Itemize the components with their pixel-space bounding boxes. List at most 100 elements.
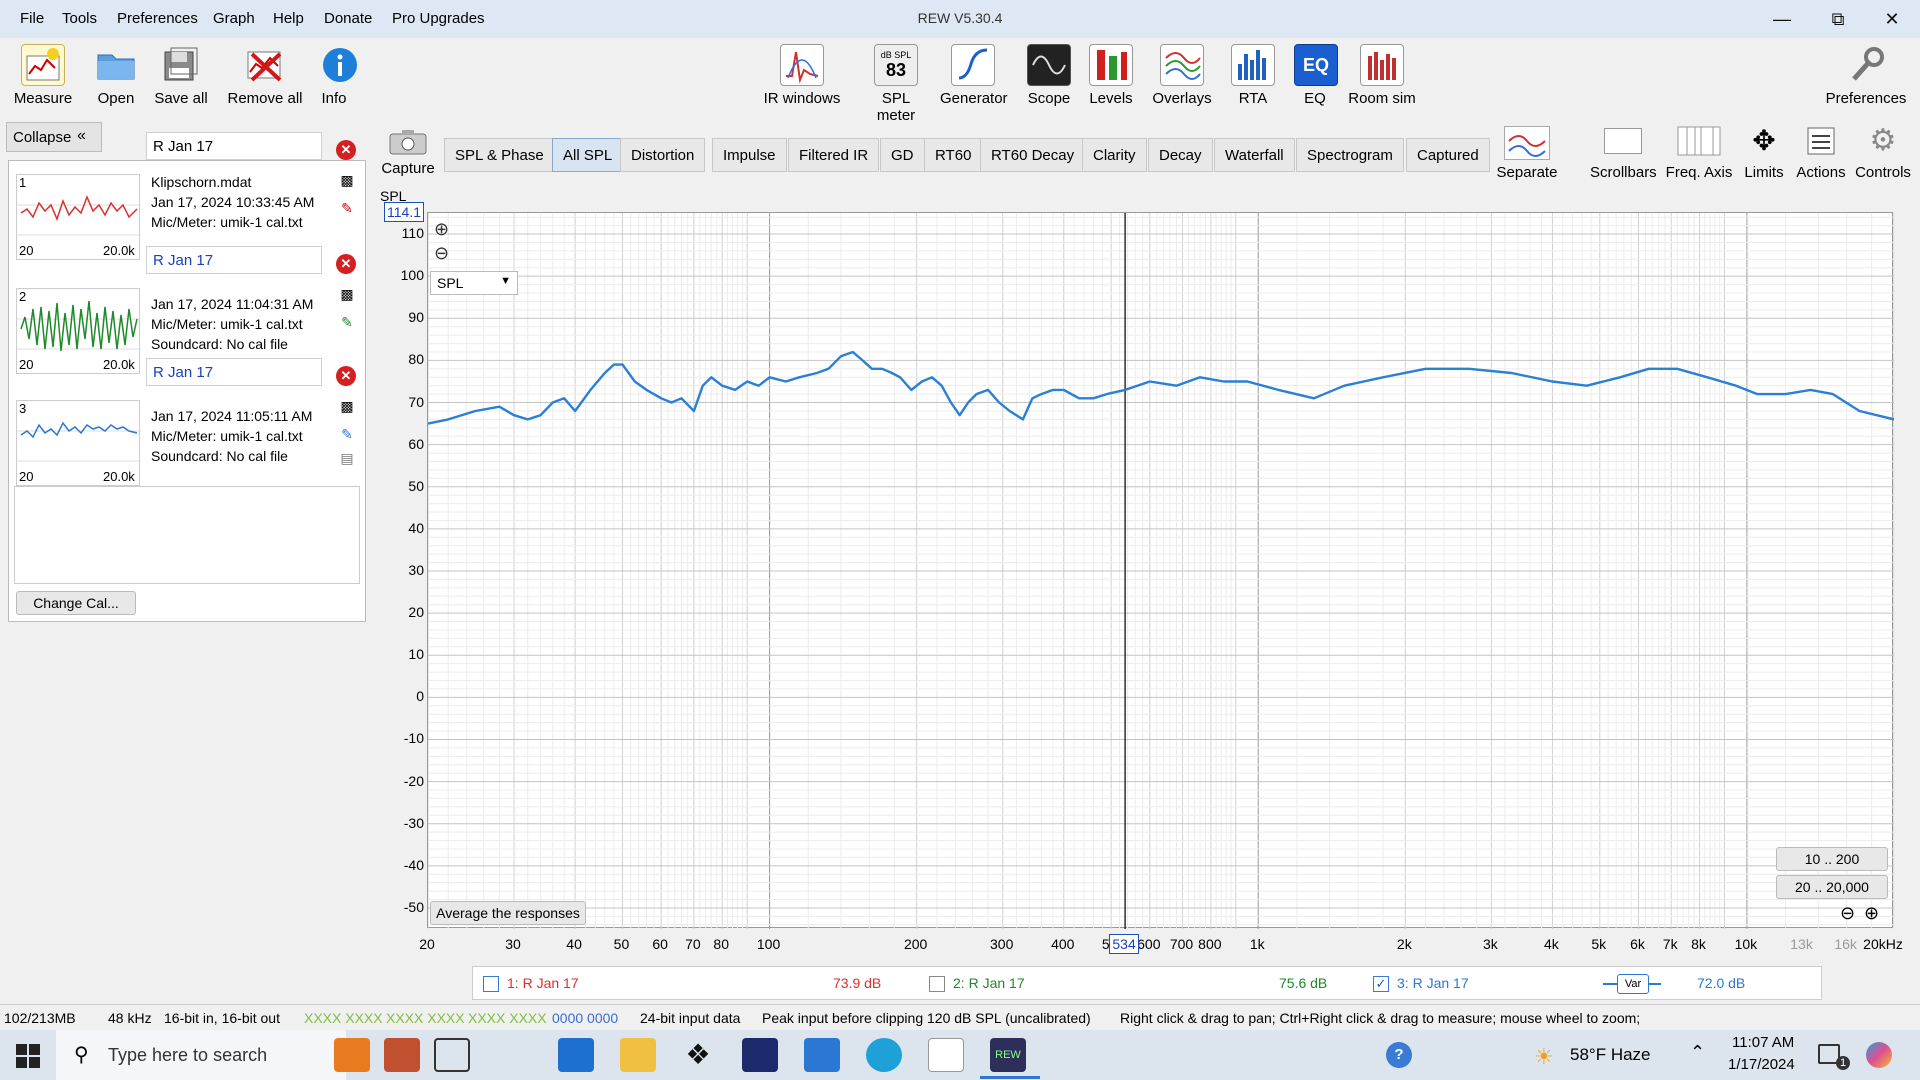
pen-icon[interactable]: ✎ (338, 200, 356, 218)
info-button[interactable]: Info (318, 44, 357, 107)
help-icon[interactable]: ? (1386, 1042, 1412, 1068)
measurement-thumbnail-3: 3 20 20.0k (16, 400, 141, 486)
remove-measurement-icon[interactable]: ✕ (336, 366, 356, 386)
rew-taskbar-icon[interactable]: REW (990, 1038, 1026, 1072)
pen-icon[interactable]: ✎ (338, 314, 356, 332)
close-icon[interactable]: ✕ (1872, 6, 1912, 32)
freq-axis-button[interactable]: Freq. Axis (1664, 126, 1734, 181)
scrollbars-button[interactable]: Scrollbars (1590, 126, 1657, 181)
zoom-out-icon[interactable]: ⊖ (434, 243, 449, 264)
file-explorer-icon[interactable] (620, 1038, 656, 1072)
tab-rt60[interactable]: RT60 (924, 138, 983, 172)
memory-status[interactable]: 102/213MB (4, 1010, 76, 1026)
legend-checkbox-2[interactable] (929, 976, 945, 992)
remove-measurement-icon[interactable]: ✕ (336, 254, 356, 274)
average-responses-button[interactable]: Average the responses (430, 901, 586, 925)
mail-icon[interactable] (804, 1038, 840, 1072)
taskbar-time[interactable]: 11:07 AM (1732, 1034, 1794, 1051)
y-tick-label: 30 (408, 562, 424, 578)
taskbar-date[interactable]: 1/17/2024 (1728, 1056, 1795, 1073)
controls-button[interactable]: ⚙ Controls (1852, 126, 1914, 182)
tab-distortion[interactable]: Distortion (620, 138, 706, 172)
range-10-200-button[interactable]: 10 .. 200 (1776, 847, 1888, 871)
solitaire-icon[interactable] (928, 1038, 964, 1072)
save-measurement-icon[interactable]: ▩ (338, 286, 356, 304)
tab-filtered-ir[interactable]: Filtered IR (788, 138, 880, 172)
dropbox-icon[interactable]: ❖ (680, 1038, 716, 1072)
powershell-icon[interactable] (742, 1038, 778, 1072)
measure-button[interactable]: Measure (12, 44, 74, 107)
remove-icon (243, 44, 287, 86)
rta-button[interactable]: RTA (1230, 44, 1276, 107)
measurement-title-2[interactable]: R Jan 17 (146, 246, 322, 274)
tab-captured[interactable]: Captured (1406, 138, 1490, 172)
tab-impulse[interactable]: Impulse (712, 138, 787, 172)
x-tick-label: 60 (652, 936, 668, 952)
save-measurement-icon[interactable]: ▩ (338, 398, 356, 416)
eq-button[interactable]: EQ EQ (1294, 44, 1338, 107)
overlays-button[interactable]: Overlays (1150, 44, 1214, 107)
copilot-icon[interactable] (1866, 1042, 1892, 1068)
measurement-date-2: Jan 17, 2024 11:04:31 AM (151, 296, 314, 312)
y-tick-label: -20 (403, 772, 424, 789)
actions-button[interactable]: Actions (1794, 126, 1848, 181)
save-measurement-icon[interactable]: ▩ (338, 172, 356, 190)
var-button[interactable]: Var (1617, 974, 1649, 994)
taskbar-books-icon[interactable] (384, 1038, 420, 1072)
zoom-out-x-icon[interactable]: ⊖ (1840, 903, 1855, 924)
open-button[interactable]: Open (94, 44, 138, 107)
edge-icon[interactable] (866, 1038, 902, 1072)
range-20-20000-button[interactable]: 20 .. 20,000 (1776, 875, 1888, 899)
notification-count: 1 (1836, 1056, 1850, 1070)
tab-gd[interactable]: GD (880, 138, 925, 172)
maximize-icon[interactable]: ⧉ (1818, 6, 1858, 32)
spl-graph[interactable]: ⊕ ⊖ SPL ▼ Average the responses 10 .. 20… (427, 212, 1894, 929)
scope-button[interactable]: Scope (1026, 44, 1072, 107)
levels-button[interactable]: Levels (1088, 44, 1134, 107)
taskbar-app-icon[interactable] (334, 1038, 370, 1072)
tab-rt60-decay[interactable]: RT60 Decay (980, 138, 1086, 172)
capture-button[interactable]: Capture (380, 126, 436, 177)
legend-checkbox-1[interactable] (483, 976, 499, 992)
remove-all-button[interactable]: Remove all (226, 44, 304, 107)
ir-windows-button[interactable]: IR windows (762, 44, 842, 107)
measurement-title-3[interactable]: R Jan 17 (146, 358, 322, 386)
x-tick-label: 13k (1790, 936, 1813, 952)
spl-meter-icon: dB SPL 83 (874, 44, 918, 86)
collapse-button[interactable]: Collapse « (6, 122, 102, 152)
tab-spectrogram[interactable]: Spectrogram (1296, 138, 1404, 172)
weather-text[interactable]: 58°F Haze (1570, 1045, 1651, 1065)
input-status: 24-bit input data (640, 1010, 741, 1026)
generator-button[interactable]: Generator (940, 44, 1008, 107)
tab-clarity[interactable]: Clarity (1082, 138, 1147, 172)
minimize-icon[interactable]: — (1762, 6, 1802, 32)
spl-meter-button[interactable]: dB SPL 83 SPL meter (862, 44, 930, 124)
tab-waterfall[interactable]: Waterfall (1214, 138, 1295, 172)
notes-area[interactable] (14, 486, 360, 584)
legend-checkbox-3[interactable]: ✓ (1373, 976, 1389, 992)
room-sim-button[interactable]: Room sim (1346, 44, 1418, 107)
y-tick-label: 0 (416, 688, 424, 705)
store-icon[interactable] (558, 1038, 594, 1072)
measurement-title-1[interactable]: R Jan 17 (146, 132, 322, 160)
taskbar-search[interactable]: ⚲ Type here to search (56, 1030, 346, 1080)
pen-icon[interactable]: ✎ (338, 426, 356, 444)
preferences-button[interactable]: Preferences (1824, 44, 1908, 107)
zoom-in-icon[interactable]: ⊕ (434, 219, 449, 240)
tab-all-spl[interactable]: All SPL (552, 138, 624, 172)
separate-button[interactable]: Separate (1494, 126, 1560, 181)
limits-button[interactable]: ✥ Limits (1740, 126, 1788, 182)
zoom-in-x-icon[interactable]: ⊕ (1864, 903, 1879, 924)
remove-measurement-icon[interactable]: ✕ (336, 140, 356, 160)
notes-icon[interactable]: ▤ (338, 450, 356, 468)
task-view-icon[interactable] (434, 1038, 470, 1072)
change-cal-button[interactable]: Change Cal... (16, 591, 136, 615)
chevron-up-icon[interactable]: ⌃ (1690, 1042, 1705, 1063)
windows-start-icon[interactable] (16, 1044, 40, 1068)
tab-decay[interactable]: Decay (1148, 138, 1213, 172)
spl-selector[interactable]: SPL ▼ (430, 271, 518, 295)
tab-spl-phase[interactable]: SPL & Phase (444, 138, 555, 172)
measurement-card-3[interactable]: 3 20 20.0k R Jan 17 Jan 17, 2024 11:05:1… (14, 358, 360, 494)
scrollbars-icon (1604, 128, 1642, 154)
save-all-button[interactable]: Save all (154, 44, 208, 107)
